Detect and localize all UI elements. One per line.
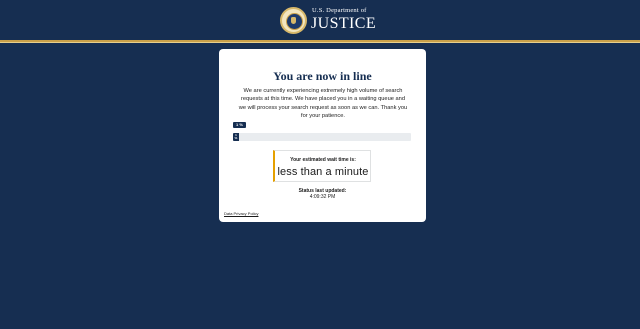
doj-seal-icon [280, 6, 307, 34]
wait-time-label: Your estimated wait time is: [290, 157, 356, 163]
wait-time-box: Your estimated wait time is: less than a… [273, 150, 371, 182]
status-updated-time: 4:09:32 PM [309, 194, 336, 200]
progress-bar-label: 1 % [234, 133, 238, 140]
site-header: U.S. Department of JUSTICE [0, 0, 640, 41]
data-privacy-policy-link[interactable]: Data Privacy Policy [224, 211, 258, 216]
progress-bar: 1 % [233, 133, 411, 141]
logo-agency-top: U.S. Department of [312, 7, 367, 15]
header-gold-rule [0, 40, 640, 43]
logo-text: U.S. Department of JUSTICE [311, 8, 376, 32]
doj-logo[interactable]: U.S. Department of JUSTICE [280, 6, 376, 34]
wait-time-value: less than a minute [277, 166, 369, 178]
queue-message: We are currently experiencing extremely … [238, 88, 408, 119]
progress-bar-fill: 1 % [233, 133, 239, 141]
queue-card: You are now in line We are currently exp… [219, 49, 426, 222]
progress-percent-tag: 1 % [233, 122, 246, 128]
queue-title: You are now in line [273, 69, 372, 83]
logo-agency-main: JUSTICE [311, 14, 377, 32]
